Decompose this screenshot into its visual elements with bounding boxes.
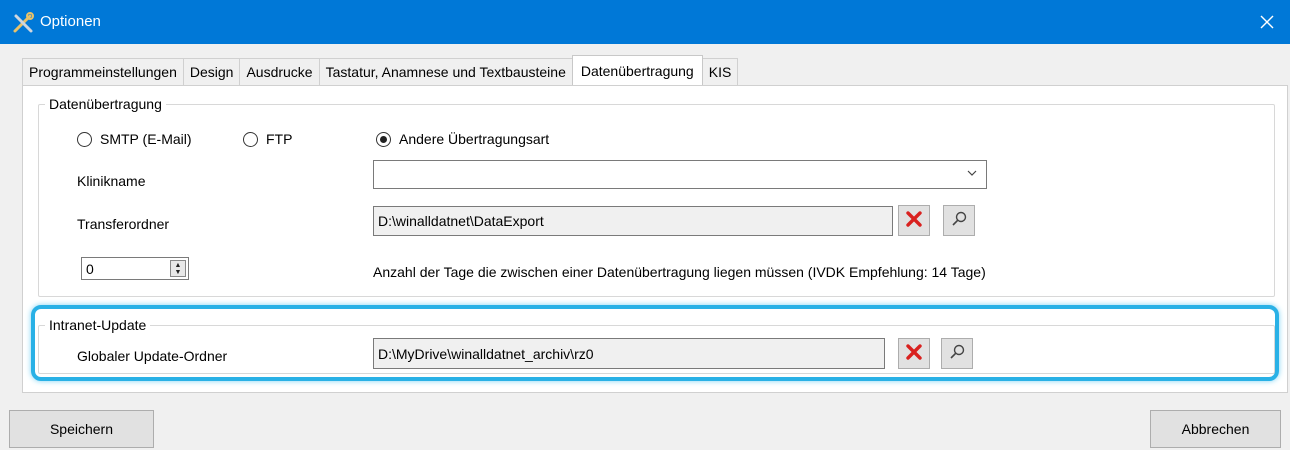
browse-update-folder-button[interactable] [941, 338, 973, 369]
tab-strip: Programmeinstellungen Design Ausdrucke T… [22, 55, 739, 85]
close-icon[interactable] [1244, 0, 1290, 44]
days-value: 0 [86, 260, 94, 277]
days-description: Anzahl der Tage die zwischen einer Daten… [373, 264, 986, 280]
search-icon [948, 343, 966, 364]
tools-icon [12, 12, 34, 34]
radio-button-icon [77, 131, 92, 147]
radio-smtp[interactable]: SMTP (E-Mail) [77, 131, 192, 147]
update-folder-label: Globaler Update-Ordner [77, 348, 228, 364]
delete-icon [906, 344, 922, 363]
chevron-down-icon[interactable] [966, 167, 978, 182]
tab-design[interactable]: Design [182, 58, 241, 85]
save-button[interactable]: Speichern [9, 410, 154, 448]
delete-transferordner-button[interactable] [898, 205, 930, 236]
radio-ftp-label: FTP [266, 131, 293, 147]
tab-tastatur-anamnese[interactable]: Tastatur, Anamnese und Textbausteine [318, 58, 573, 85]
radio-selected-icon [376, 131, 391, 147]
days-stepper[interactable]: 0 ▲ ▼ [81, 257, 189, 280]
tab-datenuebertragung[interactable]: Datenübertragung [571, 55, 703, 85]
klinikname-label: Klinikname [77, 173, 146, 189]
radio-button-icon [243, 131, 258, 147]
transferordner-field[interactable]: D:\winalldatnet\DataExport [373, 206, 893, 236]
transferordner-label: Transferordner [77, 216, 170, 232]
transfer-group-label: Datenübertragung [45, 96, 166, 112]
radio-andere[interactable]: Andere Übertragungsart [376, 131, 549, 147]
radio-smtp-label: SMTP (E-Mail) [100, 131, 192, 147]
delete-update-folder-button[interactable] [898, 338, 930, 369]
browse-transferordner-button[interactable] [943, 205, 975, 236]
klinikname-combobox[interactable] [373, 160, 987, 189]
tab-programmeinstellungen[interactable]: Programmeinstellungen [22, 58, 184, 85]
title-bar: Optionen [0, 0, 1290, 44]
tab-kis[interactable]: KIS [701, 58, 739, 85]
window-title: Optionen [40, 13, 101, 30]
spinner-arrows-icon[interactable]: ▲ ▼ [170, 260, 186, 277]
radio-ftp[interactable]: FTP [243, 131, 292, 147]
intranet-group-label: Intranet-Update [45, 317, 151, 333]
tab-panel-datenuebertragung: Datenübertragung SMTP (E-Mail) FTP Ander… [22, 85, 1288, 393]
update-folder-field[interactable]: D:\MyDrive\winalldatnet_archiv\rz0 [373, 338, 885, 369]
search-icon [950, 210, 968, 231]
tab-ausdrucke[interactable]: Ausdrucke [239, 58, 320, 85]
radio-andere-label: Andere Übertragungsart [399, 131, 550, 147]
delete-icon [906, 211, 922, 230]
cancel-button[interactable]: Abbrechen [1150, 410, 1281, 448]
